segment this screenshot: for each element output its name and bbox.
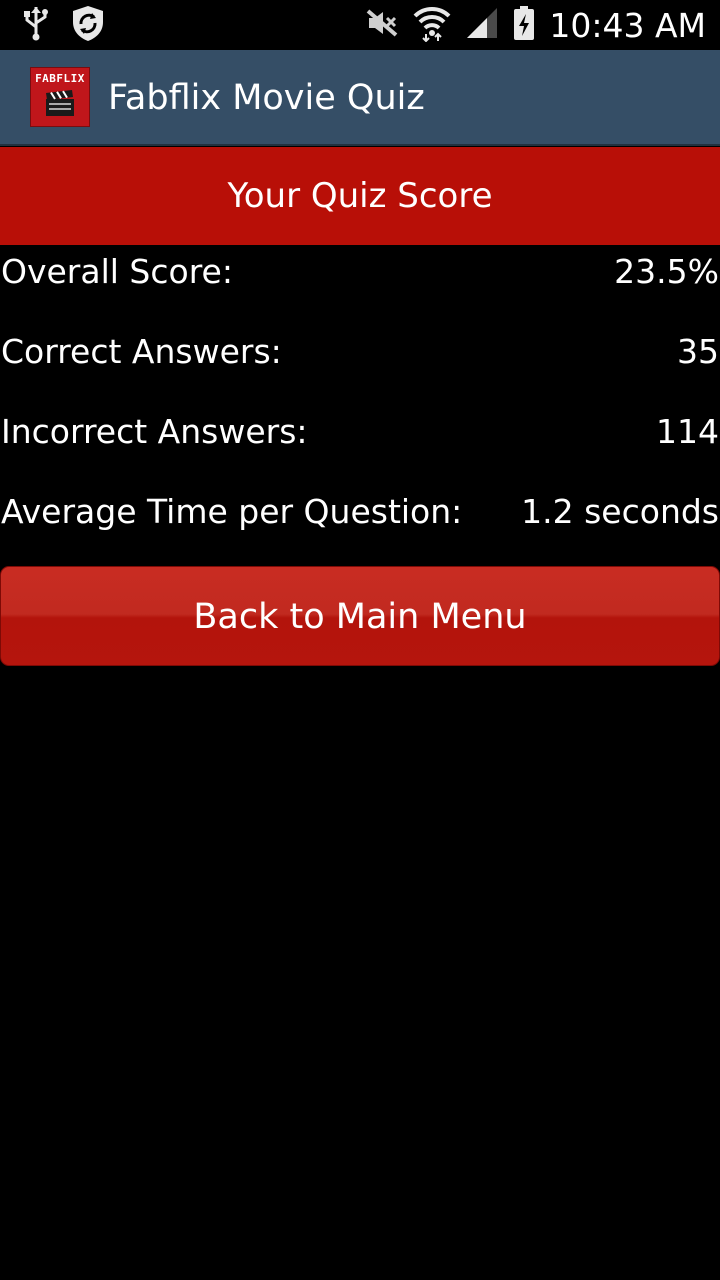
app-logo[interactable]: FABFLIX (30, 67, 90, 127)
overall-score-label: Overall Score: (1, 252, 233, 291)
average-time-label: Average Time per Question: (1, 492, 463, 531)
status-bar-right: 10:43 AM (365, 4, 706, 46)
correct-answers-value: 35 (677, 332, 719, 371)
back-to-main-menu-button[interactable]: Back to Main Menu (0, 566, 720, 666)
app-logo-text: FABFLIX (35, 72, 85, 85)
status-bar-left (22, 6, 106, 44)
shield-sync-icon (70, 4, 106, 46)
usb-icon (22, 5, 50, 45)
overall-score-value: 23.5% (614, 252, 719, 291)
stat-row-incorrect-answers: Incorrect Answers: 114 (0, 402, 720, 462)
incorrect-answers-value: 114 (656, 412, 719, 451)
quiz-score-header: Your Quiz Score (0, 147, 720, 245)
stat-row-overall-score: Overall Score: 23.5% (0, 242, 720, 302)
incorrect-answers-label: Incorrect Answers: (1, 412, 308, 451)
mute-icon (365, 8, 399, 42)
wifi-icon (413, 4, 451, 46)
battery-charging-icon (513, 5, 535, 45)
signal-icon (465, 6, 499, 44)
average-time-value: 1.2 seconds (521, 492, 719, 531)
status-bar: 10:43 AM (0, 0, 720, 50)
clapperboard-icon (46, 90, 74, 120)
app-title: Fabflix Movie Quiz (108, 78, 425, 118)
status-time: 10:43 AM (549, 5, 706, 45)
action-bar: FABFLIX Fabflix Movie Quiz (0, 50, 720, 146)
stat-row-average-time: Average Time per Question: 1.2 seconds (0, 482, 720, 542)
correct-answers-label: Correct Answers: (1, 332, 282, 371)
stat-row-correct-answers: Correct Answers: 35 (0, 322, 720, 382)
